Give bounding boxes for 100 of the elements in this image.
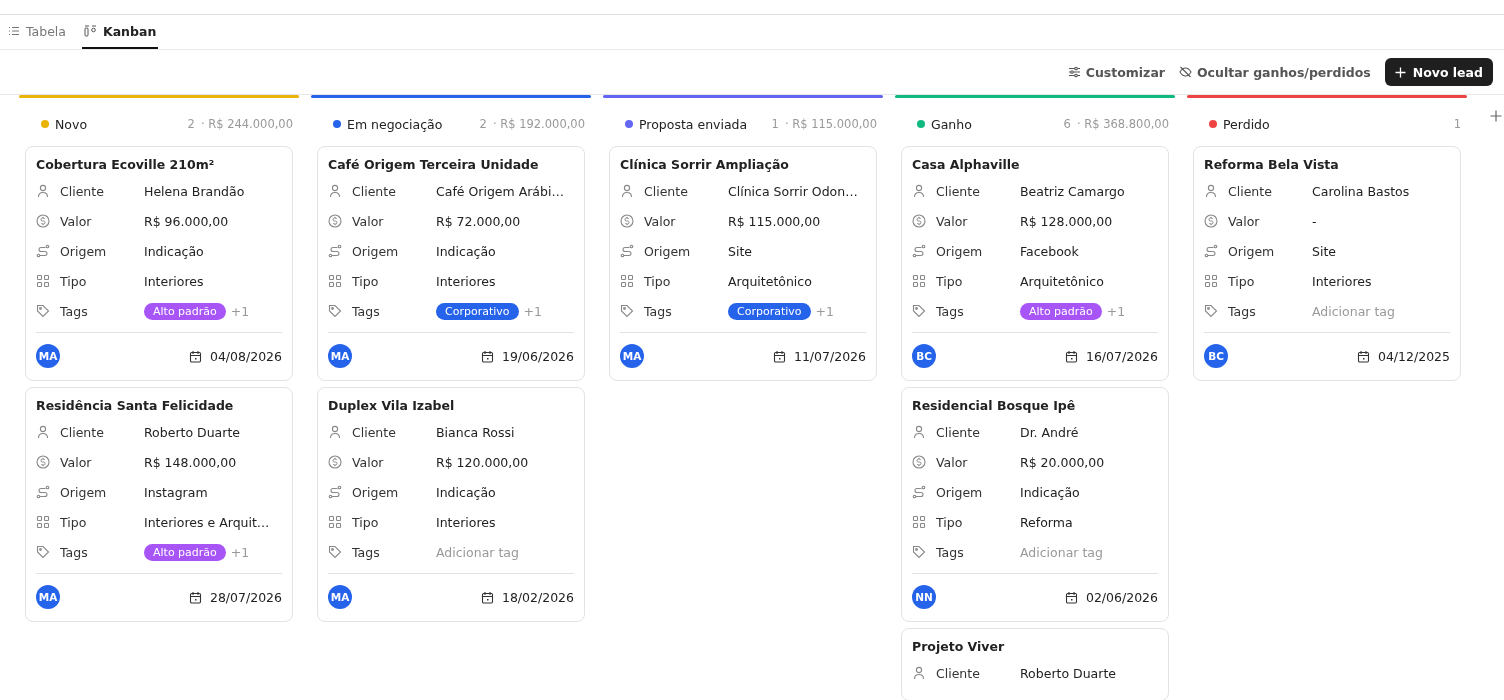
lead-card[interactable]: Casa Alphaville Cliente Beatriz Camargo Valor R$ 128.000,00 Origem Facebook Tipo Arquitetônico Tags Alto padrão +1 BC 16/07/2026 <box>901 146 1169 381</box>
field-label: Cliente <box>936 665 981 681</box>
field-label: Origem <box>644 243 692 259</box>
due-date: 04/08/2026 <box>209 348 282 364</box>
field-label: Tags <box>644 303 673 319</box>
route-icon <box>912 244 926 258</box>
lead-card[interactable]: Café Origem Terceira Unidade Cliente Café Origem Arábi… Valor R$ 72.000,00 Origem Indicação Tipo Interiores Tags Corporativo +1 MA 19/06/2026 <box>317 146 585 381</box>
person-icon <box>912 666 926 680</box>
field-value: Roberto Duarte <box>144 424 240 440</box>
person-icon <box>328 425 342 439</box>
view-tab[interactable]: Tabela <box>6 15 68 49</box>
field-value: - <box>1312 213 1317 229</box>
field-label: Cliente <box>644 183 689 199</box>
list-icon <box>8 25 20 37</box>
more-tags-count: +1 <box>1106 303 1126 319</box>
tag-chip[interactable]: Alto padrão <box>144 302 226 320</box>
lead-card[interactable]: Duplex Vila Izabel Cliente Bianca Rossi Valor R$ 120.000,00 Origem Indicação Tipo Interiores Tags Adicionar tag MA 18/02/2026 <box>317 387 585 622</box>
lead-card[interactable]: Residência Santa Felicidade Cliente Roberto Duarte Valor R$ 148.000,00 Origem Instagram Tipo Interiores e Arquit… Tags Alto padrão +1 MA 28/07/2026 <box>25 387 293 622</box>
grid-icon <box>912 515 926 529</box>
calendar-icon <box>1064 590 1078 604</box>
dollar-coin-icon <box>1204 214 1218 228</box>
view-tab[interactable]: Kanban <box>82 15 159 49</box>
avatar-initials: MA <box>620 344 644 368</box>
card-title: Duplex Vila Izabel <box>328 398 456 413</box>
add-column-icon[interactable] <box>1490 110 1502 122</box>
column-count: 1 <box>1453 117 1461 131</box>
field-value: Roberto Duarte <box>1020 665 1116 681</box>
grid-icon <box>36 274 50 288</box>
route-icon <box>36 485 50 499</box>
avatar-initials: BC <box>1204 344 1228 368</box>
field-label: Tags <box>936 544 965 560</box>
sliders-icon <box>1067 66 1081 78</box>
field-label: Origem <box>352 484 400 500</box>
person-icon <box>1204 184 1218 198</box>
person-icon <box>36 184 50 198</box>
field-label: Tipo <box>60 514 88 530</box>
grid-icon <box>1204 274 1218 288</box>
tag-icon <box>328 545 342 559</box>
dollar-coin-icon <box>328 455 342 469</box>
column-total: · R$ 368.800,00 <box>1076 117 1169 131</box>
customize-button[interactable]: Customizar <box>1067 64 1165 80</box>
field-value: Carolina Bastos <box>1312 183 1410 199</box>
field-value: R$ 20.000,00 <box>1020 454 1105 470</box>
field-value: R$ 120.000,00 <box>436 454 529 470</box>
lead-card[interactable]: Residencial Bosque Ipê Cliente Dr. André Valor R$ 20.000,00 Origem Indicação Tipo Reforma Tags Adicionar tag NN 02/06/2026 <box>901 387 1169 622</box>
column-total: · R$ 115.000,00 <box>784 117 877 131</box>
field-value: Site <box>1312 243 1336 259</box>
lead-card[interactable]: Cobertura Ecoville 210m² Cliente Helena Brandão Valor R$ 96.000,00 Origem Indicação Tipo Interiores Tags Alto padrão +1 MA 04/08/2026 <box>25 146 293 381</box>
card-title: Casa Alphaville <box>912 157 1021 172</box>
avatar-initials: NN <box>912 585 936 609</box>
field-value: Site <box>728 243 752 259</box>
field-value: Interiores <box>436 273 496 289</box>
grid-icon <box>620 274 634 288</box>
route-icon <box>328 485 342 499</box>
field-label: Tipo <box>352 514 380 530</box>
route-icon <box>620 244 634 258</box>
field-label: Valor <box>352 213 385 229</box>
more-tags-count: +1 <box>230 544 250 560</box>
dollar-coin-icon <box>912 455 926 469</box>
field-value: Café Origem Arábi… <box>436 183 564 199</box>
tag-icon <box>912 545 926 559</box>
tag-icon <box>1204 304 1218 318</box>
field-label: Cliente <box>1228 183 1273 199</box>
tag-chip[interactable]: Corporativo <box>728 302 811 320</box>
dollar-coin-icon <box>328 214 342 228</box>
field-value: Interiores <box>1312 273 1372 289</box>
lead-card[interactable]: Clínica Sorrir Ampliação Cliente Clínica Sorrir Odon… Valor R$ 115.000,00 Origem Site Tipo Arquitetônico Tags Corporativo +1 MA 11/07/2026 <box>609 146 877 381</box>
field-label: Cliente <box>60 183 105 199</box>
field-label: Valor <box>644 213 677 229</box>
column-count: 1 <box>771 117 779 131</box>
tag-chip[interactable]: Corporativo <box>436 302 519 320</box>
new-lead-button[interactable]: Novo lead <box>1384 58 1493 86</box>
dollar-coin-icon <box>912 214 926 228</box>
tag-chip[interactable]: Alto padrão <box>144 543 226 561</box>
card-title: Residência Santa Felicidade <box>36 398 235 413</box>
avatar-initials: MA <box>36 344 60 368</box>
dollar-coin-icon <box>620 214 634 228</box>
more-tags-count: +1 <box>230 303 250 319</box>
calendar-icon <box>1356 349 1370 363</box>
route-icon <box>328 244 342 258</box>
field-value: Dr. André <box>1020 424 1079 440</box>
field-value: Arquitetônico <box>1020 273 1104 289</box>
field-value: R$ 115.000,00 <box>728 213 821 229</box>
plus-icon <box>1394 66 1406 78</box>
field-value: Indicação <box>1020 484 1080 500</box>
card-title: Projeto Viver <box>912 639 1006 654</box>
avatar-initials: MA <box>328 344 352 368</box>
tag-chip[interactable]: Alto padrão <box>1020 302 1102 320</box>
column-title: Novo <box>55 116 89 132</box>
hide-won-lost-button[interactable]: Ocultar ganhos/perdidos <box>1179 64 1371 80</box>
field-label: Tipo <box>936 514 964 530</box>
calendar-icon <box>480 590 494 604</box>
field-label: Cliente <box>352 424 397 440</box>
calendar-icon <box>772 349 786 363</box>
column-title: Proposta enviada <box>639 116 749 132</box>
field-value: Facebook <box>1020 243 1079 259</box>
calendar-icon <box>1064 349 1078 363</box>
field-value: Indicação <box>436 243 496 259</box>
lead-card[interactable]: Reforma Bela Vista Cliente Carolina Bastos Valor - Origem Site Tipo Interiores Tags Adicionar tag BC 04/12/2025 <box>1193 146 1461 381</box>
avatar-initials: BC <box>912 344 936 368</box>
